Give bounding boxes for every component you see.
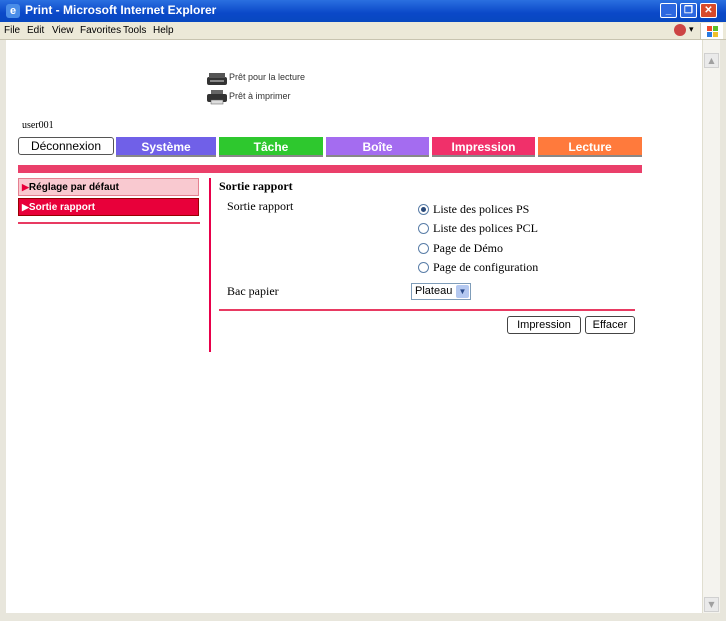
radio-label: Liste des polices PS: [433, 201, 530, 216]
user-name: user001: [22, 120, 54, 131]
logout-button[interactable]: Déconnexion: [18, 137, 114, 155]
clear-button[interactable]: Effacer: [585, 316, 635, 334]
radio-label: Page de configuration: [433, 259, 539, 274]
menu-favorites[interactable]: Favorites: [80, 25, 121, 36]
tray-label: Bac papier: [227, 284, 279, 298]
scroll-up-icon[interactable]: ▲: [704, 53, 719, 68]
radio-button[interactable]: [418, 203, 429, 215]
scan-status: Prêt pour la lecture: [229, 72, 306, 82]
menu-bar: File Edit View Favorites Tools Help ▾: [0, 22, 726, 40]
radio-label: Liste des polices PCL: [433, 220, 538, 235]
radio-label: Page de Démo: [433, 240, 503, 255]
translate-icon[interactable]: [674, 24, 686, 36]
minimize-button[interactable]: _: [660, 3, 677, 18]
radio-button[interactable]: [418, 242, 429, 254]
tab-boite[interactable]: Boîte: [326, 137, 429, 157]
title-bar: e Print - Microsoft Internet Explorer _ …: [0, 0, 726, 22]
header-divider: [18, 165, 642, 173]
radio-option-pcl[interactable]: Liste des polices PCL: [418, 220, 538, 236]
tab-impression[interactable]: Impression: [432, 137, 535, 157]
radio-option-config[interactable]: Page de configuration: [418, 259, 538, 275]
content-divider: [209, 178, 211, 352]
menu-tools[interactable]: Tools: [123, 25, 146, 36]
window-border-bottom: [0, 613, 726, 621]
sidebar-divider: [18, 222, 200, 224]
radio-option-demo[interactable]: Page de Démo: [418, 240, 503, 256]
close-button[interactable]: ✕: [700, 3, 717, 18]
print-button[interactable]: Impression: [507, 316, 581, 334]
sidebar-item-label: Réglage par défaut: [28, 182, 119, 193]
report-label: Sortie rapport: [227, 199, 294, 213]
window-border-right: [720, 40, 726, 621]
radio-button[interactable]: [418, 261, 429, 273]
chevron-down-icon[interactable]: ▼: [456, 285, 469, 298]
scroll-down-icon[interactable]: ▼: [704, 597, 719, 612]
chevron-down-icon[interactable]: ▾: [689, 24, 694, 35]
tab-tache[interactable]: Tâche: [219, 137, 323, 157]
content-separator: [219, 309, 635, 311]
maximize-button[interactable]: ❐: [680, 3, 697, 18]
tab-systeme[interactable]: Système: [116, 137, 216, 157]
vertical-scrollbar[interactable]: ▲ ▼: [702, 40, 720, 613]
ie-icon: e: [6, 4, 20, 18]
sidebar-item-label: Sortie rapport: [28, 202, 96, 213]
tab-lecture[interactable]: Lecture: [538, 137, 642, 157]
menu-help[interactable]: Help: [153, 25, 174, 36]
printer-icon: [207, 90, 227, 105]
triangle-right-icon: ▶: [22, 182, 29, 192]
scanner-icon: [207, 73, 227, 85]
sidebar-item-reglage-par-defaut[interactable]: ▶Réglage par défaut: [18, 178, 199, 196]
triangle-right-icon: ▶: [22, 202, 29, 212]
menu-view[interactable]: View: [52, 25, 74, 36]
sidebar-item-sortie-rapport[interactable]: ▶Sortie rapport: [18, 198, 199, 216]
radio-option-ps[interactable]: Liste des polices PS: [418, 201, 529, 217]
radio-button[interactable]: [418, 222, 429, 234]
menu-edit[interactable]: Edit: [27, 25, 44, 36]
windows-logo-icon: [700, 23, 723, 39]
tray-select-value: Plateau 1: [415, 285, 462, 297]
menu-file[interactable]: File: [4, 25, 20, 36]
window-title: Print - Microsoft Internet Explorer: [25, 3, 217, 17]
page-title: Sortie rapport: [219, 179, 293, 193]
print-status: Prêt à imprimer: [229, 91, 291, 101]
tray-select[interactable]: Plateau 1 ▼: [411, 283, 471, 300]
